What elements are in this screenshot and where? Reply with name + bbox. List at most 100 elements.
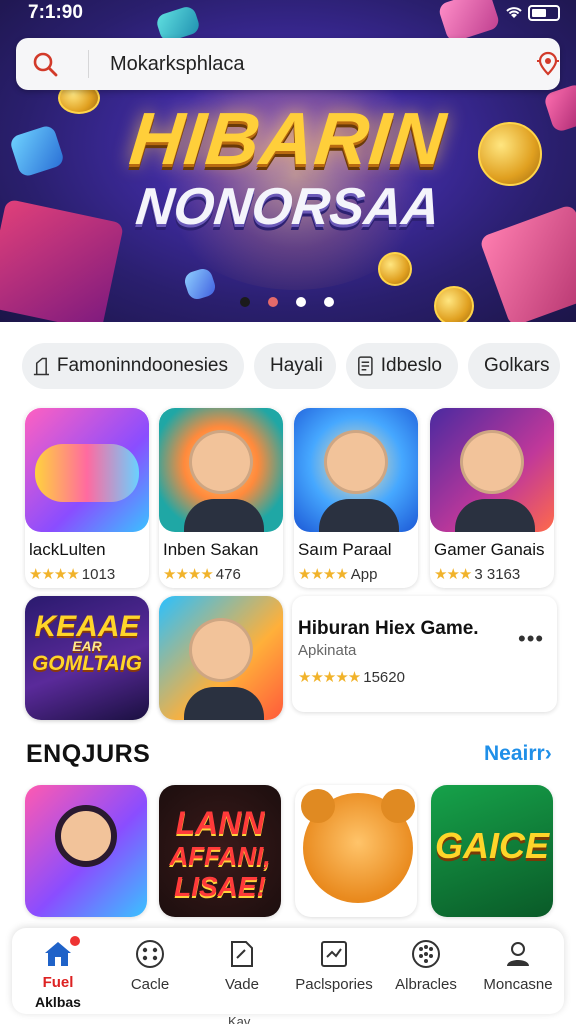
more-options-icon[interactable]: •••	[518, 626, 544, 652]
carousel-dot[interactable]	[324, 297, 334, 307]
tile-text: AFFANI,	[169, 841, 271, 871]
cube-decoration	[182, 266, 218, 302]
banner-title-line2: NONORSAA	[133, 178, 443, 236]
star-rating: ★★★★	[163, 566, 214, 583]
gamers-app-icon[interactable]	[430, 408, 554, 532]
search-divider	[88, 50, 89, 78]
hero-banner[interactable]: 7:1:90 Mokarksphlaca HIBARIN NONORSAA	[0, 0, 576, 322]
nav-label: Fuel	[42, 974, 74, 991]
nav-item-albracles[interactable]: Albracles	[380, 928, 472, 1014]
chip-label: Famoninndoonesies	[56, 355, 228, 376]
search-input[interactable]: Mokarksphlaca	[110, 53, 245, 76]
app-card[interactable]: Gamer Ganais ★★★ 3 3163	[430, 408, 554, 588]
peek-text: Kav	[228, 1014, 251, 1024]
notification-dot	[70, 936, 80, 946]
home-icon	[45, 942, 71, 966]
featured-rating: ★★★★★ 15620	[298, 668, 405, 686]
player-app-icon[interactable]	[159, 408, 283, 532]
avatar	[184, 430, 264, 532]
star-rating: ★★★	[434, 566, 472, 583]
keaae-app-icon[interactable]: KEAAE EAR GOMLTAIG	[25, 596, 149, 720]
carousel-dot[interactable]	[296, 297, 306, 307]
chip-famoninndoonesies[interactable]: Famoninndoonesies	[22, 343, 244, 389]
category-chips: Famoninndoonesies Hayali Idbeslo Golkars	[22, 343, 560, 389]
avatar	[184, 618, 264, 720]
hero-app-icon[interactable]	[159, 596, 283, 720]
nav-item-fuel[interactable]: Fuel Aklbas	[12, 928, 104, 1014]
see-more-label: Neairr	[484, 742, 545, 765]
nav-item-paclspories[interactable]: Paclspories	[288, 928, 380, 1014]
app-name: Saım Paraal	[298, 540, 392, 559]
app-rating: ★★★★ App	[298, 565, 378, 583]
game-tile[interactable]: GAICE	[431, 785, 553, 917]
bottom-nav: Fuel Aklbas Cacle Vade Paclspories Albra…	[12, 928, 564, 1014]
game-tile[interactable]	[295, 785, 417, 917]
search-icon[interactable]	[32, 51, 58, 77]
app-rating: ★★★★ 1013	[29, 565, 115, 583]
section-title: ENQJURS	[26, 740, 151, 768]
nav-sublabel: Aklbas	[35, 994, 81, 1010]
carousel-dot[interactable]	[268, 297, 278, 307]
coin-decoration	[378, 252, 412, 286]
search-bar[interactable]: Mokarksphlaca	[16, 38, 560, 90]
avatar	[319, 430, 399, 532]
app-rating: ★★★ 3 3163	[434, 565, 520, 583]
app-name: Inben Sakan	[163, 540, 259, 559]
game-tile[interactable]: LANN AFFANI, LISAE!	[159, 785, 281, 917]
chip-hayali[interactable]: Hayali	[254, 343, 336, 389]
location-pin-icon[interactable]	[534, 50, 562, 78]
status-bar: 7:1:90	[0, 0, 576, 28]
person-icon	[507, 942, 529, 966]
grid-icon	[412, 940, 440, 968]
avatar	[55, 805, 117, 867]
edit-icon	[231, 941, 253, 967]
controller-icon	[33, 357, 49, 376]
chip-label: Golkars	[484, 355, 550, 376]
app-meta: 476	[215, 566, 241, 583]
app-meta: App	[350, 566, 378, 583]
chip-idbeslo[interactable]: Idbeslo	[346, 343, 458, 389]
app-card[interactable]: Inben Sakan ★★★★ 476	[159, 408, 283, 588]
nav-item-moncasne[interactable]: Moncasne	[472, 928, 564, 1014]
nav-label: Albracles	[395, 976, 457, 993]
star-rating: ★★★★★	[298, 669, 361, 686]
document-icon	[358, 356, 373, 376]
app-meta: 1013	[81, 566, 116, 583]
chip-golkars[interactable]: Golkars	[468, 343, 560, 389]
banner-title: HIBARIN NONORSAA	[0, 96, 576, 237]
featured-subtitle: Apkinata	[298, 642, 357, 659]
nav-label: Moncasne	[483, 976, 553, 993]
character-app-icon[interactable]	[294, 408, 418, 532]
app-card[interactable]: lackLulten ★★★★ 1013	[25, 408, 149, 588]
avatar	[455, 430, 535, 532]
status-time: 7:1:90	[28, 2, 83, 23]
gamepad-app-icon[interactable]	[25, 408, 149, 532]
chip-label: Hayali	[270, 355, 323, 376]
star-rating: ★★★★	[29, 566, 80, 583]
app-name: lackLulten	[29, 540, 106, 559]
featured-app-card[interactable]: Hiburan Hiex Game. Apkinata ★★★★★ 15620 •…	[292, 596, 557, 712]
carousel-indicator[interactable]	[240, 297, 334, 309]
coin-decoration	[434, 286, 474, 322]
review-count: 15620	[363, 669, 405, 686]
see-more-link[interactable]: Neairr›	[484, 742, 552, 766]
nav-item-vade[interactable]: Vade	[196, 928, 288, 1014]
banner-title-line1: HIBARIN	[125, 97, 451, 180]
tile-text: LISAE!	[174, 871, 266, 902]
carousel-dot[interactable]	[240, 297, 250, 307]
wifi-icon	[504, 4, 524, 25]
app-rating: ★★★★ 476	[163, 565, 241, 583]
chip-label: Idbeslo	[380, 355, 442, 376]
media-icon	[321, 941, 347, 967]
icon-text: GOMLTAIG	[31, 652, 143, 675]
featured-title: Hiburan Hiex Game.	[298, 618, 479, 639]
app-card[interactable]: Saım Paraal ★★★★ App	[294, 408, 418, 588]
dice-icon	[136, 940, 164, 968]
game-tile[interactable]	[25, 785, 147, 917]
nav-item-cacle[interactable]: Cacle	[104, 928, 196, 1014]
app-meta: 3 3163	[474, 566, 521, 583]
tile-text: LANN	[175, 805, 265, 841]
bear-icon	[301, 789, 415, 903]
star-rating: ★★★★	[298, 566, 349, 583]
tile-text: GAICE	[434, 825, 549, 866]
